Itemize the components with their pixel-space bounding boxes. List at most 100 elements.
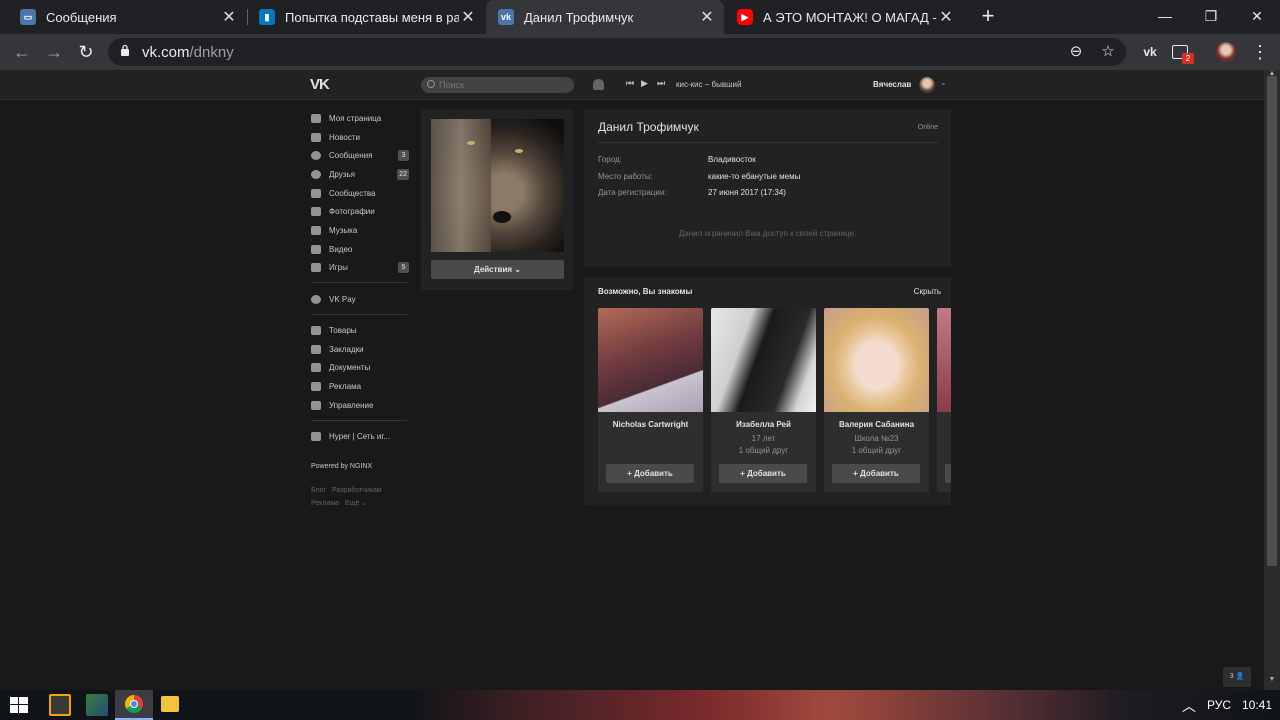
next-track-icon[interactable]: ⏭ [657,78,665,89]
hide-suggestions-link[interactable]: Скрыть [914,287,941,296]
camera-icon [311,206,321,216]
menu-item-photos[interactable]: Фотографии [311,202,411,220]
tab-youtube[interactable]: ▶ А ЭТО МОНТАЖ! О МАГАД - Yo ✕ [725,0,963,34]
message-icon [311,150,321,160]
vk-extension-icon[interactable]: vk [1140,42,1160,62]
photo-shade [431,119,491,252]
menu-item-my-page[interactable]: Моя страница [311,109,411,127]
suggestion-photo[interactable] [598,308,703,412]
actions-button[interactable]: Действия ⌄ [431,260,564,279]
user-avatar[interactable] [919,77,935,93]
tab-profile[interactable]: vk Данил Трофимчук ✕ [486,0,724,34]
megaphone-icon [311,381,321,391]
footer-more-link[interactable]: Ещё ⌄ [345,500,367,507]
suggestion-photo[interactable] [937,308,951,412]
restore-button[interactable]: ❐ [1188,0,1234,34]
divider [598,142,938,143]
minimize-button[interactable]: — [1142,0,1188,34]
photo-nose [493,211,511,223]
menu-item-friends[interactable]: Друзья 22 [311,165,411,183]
network-app-icon[interactable] [86,694,108,716]
profile-photo[interactable] [431,119,564,252]
current-track[interactable]: кис-кис – бывший [676,80,741,89]
footer-dev-link[interactable]: Разработчикам [332,487,382,494]
menu-item-management[interactable]: Управление [311,396,411,414]
tab-messages[interactable]: ▭ Сообщения ✕ [8,0,246,34]
address-bar[interactable]: vk.com/dnkny ⊖ ☆ [108,38,1126,66]
page-scrollbar[interactable]: ▲ ▼ [1264,70,1280,690]
menu-dots-icon[interactable]: ⋮ [1248,40,1272,64]
profile-avatar[interactable] [1216,42,1236,62]
suggestion-photo[interactable] [824,308,929,412]
menu-item-bookmarks[interactable]: Закладки [311,340,411,358]
profile-name: Данил Трофимчук [598,120,699,134]
menu-item-video[interactable]: Видео [311,240,411,258]
tab-strip: ▭ Сообщения ✕ ▮ Попытка подставы меня в … [0,0,1280,34]
forward-icon[interactable]: → [42,40,66,64]
close-icon[interactable]: ✕ [937,7,955,27]
star-icon[interactable]: ☆ [1098,42,1118,62]
folder-icon[interactable] [161,696,179,712]
user-name[interactable]: Вячеслав [873,80,911,89]
close-icon[interactable]: ✕ [220,7,238,27]
chevron-down-icon[interactable]: ⌄ [940,78,947,87]
profile-info: Данил Трофимчук Online Город: Владивосто… [584,109,951,267]
star-icon [311,344,321,354]
reload-icon[interactable]: ↻ [74,40,98,64]
close-icon[interactable]: ✕ [698,7,716,27]
footer-links-2: Реклама Ещё ⌄ [311,499,367,507]
footer-links: Блог Разработчикам [311,487,382,494]
suggestion-photo[interactable] [711,308,816,412]
lock-icon [121,44,129,56]
back-icon[interactable]: ← [10,40,34,64]
menu-item-messages[interactable]: Сообщения 3 [311,146,411,164]
previous-track-icon[interactable]: ⏮ [626,78,634,89]
suggestion-card: Валерия Сабанина Школа №23 1 общий друг … [824,308,929,492]
close-window-button[interactable]: ✕ [1234,0,1280,34]
sublime-icon[interactable] [49,694,71,716]
clock[interactable]: 10:41 [1242,698,1272,712]
new-tab-button[interactable]: + [976,4,1000,28]
url-text: vk.com/dnkny [142,44,234,61]
online-status: Online [917,124,938,131]
search-icon [427,80,435,88]
menu-item-vkpay[interactable]: VK Pay [311,290,411,308]
menu-item-communities[interactable]: Сообщества [311,184,411,202]
menu-item-hyper[interactable]: Hyper | Сеть иг... [311,427,411,445]
scrollbar-thumb[interactable] [1267,76,1277,566]
friends-online-widget[interactable]: 3 👤 [1223,667,1251,687]
menu-item-goods[interactable]: Товары [311,321,411,339]
bag-icon [311,325,321,335]
group-icon [311,431,321,441]
bell-icon[interactable] [593,79,604,90]
menu-item-music[interactable]: Музыка [311,221,411,239]
add-friend-button[interactable]: + Добавить [606,464,694,483]
music-icon [311,225,321,235]
games-badge: 5 [398,262,409,273]
windows-start-icon[interactable] [10,697,28,713]
menu-item-news[interactable]: Новости [311,128,411,146]
add-friend-button-partial[interactable] [945,464,951,483]
menu-item-ads[interactable]: Реклама [311,377,411,395]
close-icon[interactable]: ✕ [459,7,477,27]
vk-search-input[interactable]: Поиск [421,77,574,93]
chrome-taskbar-button[interactable] [115,690,153,720]
powered-by[interactable]: Powered by NGINX [311,463,372,470]
vk-logo[interactable]: VK [310,76,330,93]
messages-badge: 3 [398,150,409,161]
footer-blog-link[interactable]: Блог [311,487,326,494]
suggestions-title: Возможно, Вы знакомы [598,287,693,296]
add-friend-button[interactable]: + Добавить [719,464,807,483]
tab-trello[interactable]: ▮ Попытка подставы меня в разд ✕ [247,0,485,34]
language-indicator[interactable]: РУС [1207,698,1231,712]
add-friend-button[interactable]: + Добавить [832,464,920,483]
menu-item-games[interactable]: Игры 5 [311,258,411,276]
footer-ads-link[interactable]: Реклама [311,500,339,507]
gamepad-icon [311,262,321,272]
menu-item-documents[interactable]: Документы [311,358,411,376]
menu-divider [311,282,407,283]
scroll-down-icon[interactable]: ▼ [1264,676,1280,683]
play-icon[interactable]: ▶ [641,78,648,89]
tray-chevron-icon[interactable]: ︿ [1182,696,1196,716]
zoom-icon[interactable]: ⊖ [1066,42,1086,62]
